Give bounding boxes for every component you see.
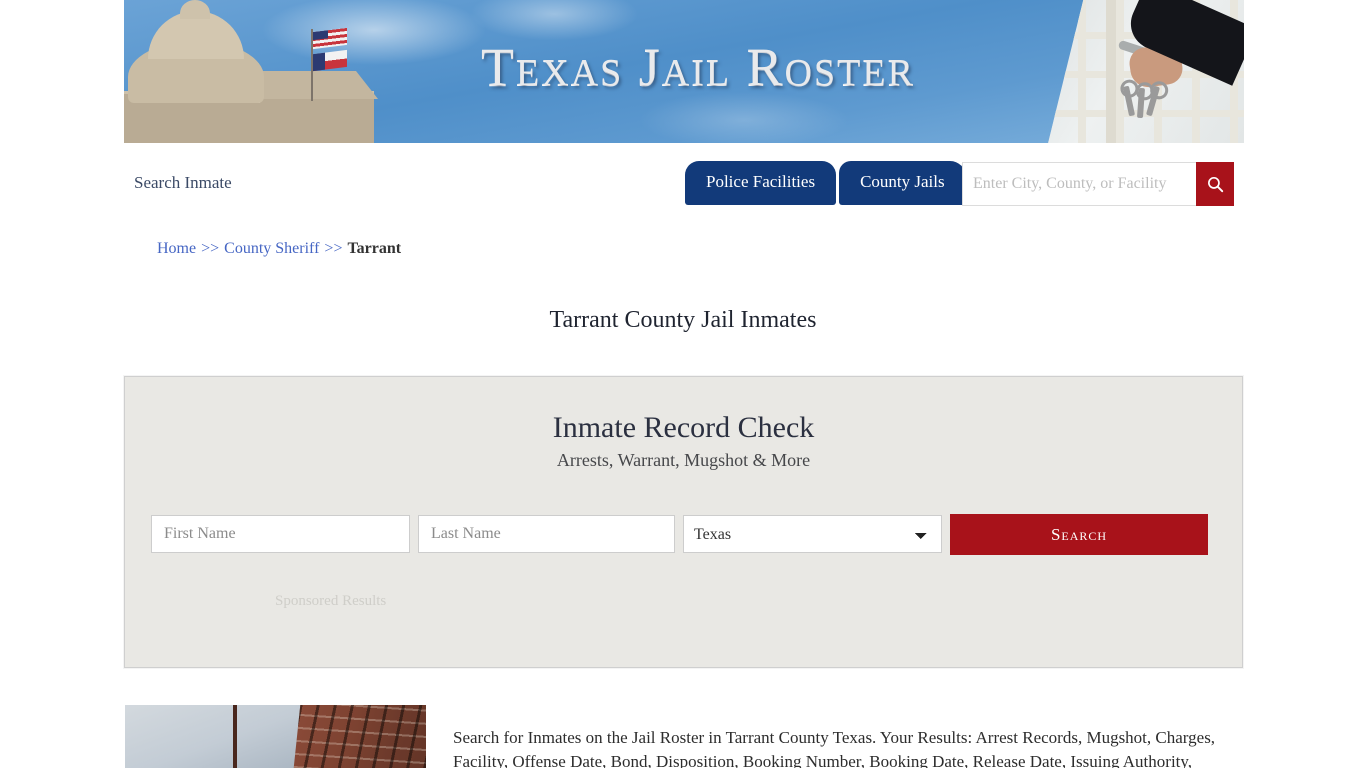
site-navbar: Search Inmate Police Facilities County J…	[124, 143, 1244, 223]
tab-county-jails[interactable]: County Jails	[839, 161, 966, 205]
state-select[interactable]: Texas	[683, 515, 942, 553]
nav-brand-search-inmate[interactable]: Search Inmate	[134, 173, 232, 193]
site-banner: Texas Jail Roster	[124, 0, 1244, 143]
header-search-input[interactable]	[962, 162, 1196, 206]
bottom-section: Search for Inmates on the Jail Roster in…	[124, 705, 1244, 768]
breadcrumb-county-sheriff[interactable]: County Sheriff	[224, 240, 319, 257]
last-name-input[interactable]	[418, 515, 675, 553]
breadcrumb-home[interactable]: Home	[157, 240, 196, 257]
search-button[interactable]: Search	[950, 514, 1208, 555]
inmate-search-form: Texas Search	[151, 514, 1217, 555]
search-icon	[1207, 176, 1223, 192]
banner-title: Texas Jail Roster	[481, 37, 915, 97]
page-root: Texas Jail Roster Search Inmate Police F…	[0, 0, 1366, 768]
breadcrumb-current: Tarrant	[347, 240, 402, 257]
breadcrumb: Home >> County Sheriff >> Tarrant	[157, 240, 401, 258]
card-subtitle: Arrests, Warrant, Mugshot & More	[556, 450, 811, 470]
header-search-group	[962, 162, 1234, 206]
tab-police-facilities[interactable]: Police Facilities	[685, 161, 837, 205]
header-search-button[interactable]	[1196, 162, 1234, 206]
page-title: Tarrant County Jail Inmates	[549, 307, 817, 334]
jail-building-thumbnail	[125, 705, 426, 768]
breadcrumb-separator-2: >>	[324, 240, 343, 257]
nav-tabs: Police Facilities County Jails	[685, 161, 966, 205]
sponsored-results-label: Sponsored Results	[275, 593, 387, 609]
breadcrumb-separator-1: >>	[201, 240, 220, 257]
inmate-record-check-card: Inmate Record Check Arrests, Warrant, Mu…	[123, 375, 1244, 669]
first-name-input[interactable]	[151, 515, 410, 553]
card-title: Inmate Record Check	[552, 411, 815, 444]
description-paragraph: Search for Inmates on the Jail Roster in…	[453, 728, 1216, 768]
